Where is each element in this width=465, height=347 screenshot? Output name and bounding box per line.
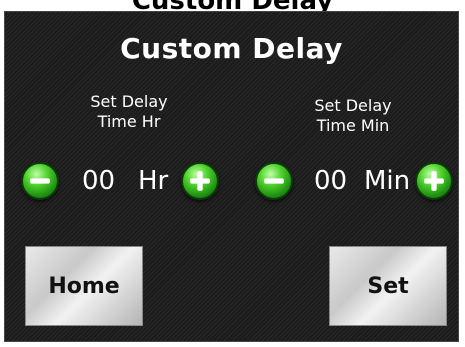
minute-decrement-button[interactable] (255, 162, 293, 200)
minute-value: 00 (314, 166, 348, 196)
minute-label-line2: Time Min (316, 116, 390, 135)
plus-icon (190, 171, 210, 191)
hour-value: 00 (82, 166, 116, 196)
hour-label: Set Delay Time Hr (69, 92, 189, 132)
hour-increment-button[interactable] (181, 162, 219, 200)
home-button[interactable]: Home (25, 246, 143, 326)
custom-delay-panel: Custom Delay Set Delay Time Hr Set Delay… (4, 11, 459, 342)
hour-label-line2: Time Hr (97, 112, 161, 131)
minus-icon (264, 178, 284, 184)
minute-increment-button[interactable] (415, 162, 453, 200)
hour-unit: Hr (138, 166, 169, 196)
page-title: Custom Delay (120, 32, 343, 65)
minute-label-line1: Set Delay (314, 96, 392, 115)
hour-label-line1: Set Delay (90, 92, 168, 111)
plus-icon (424, 171, 444, 191)
minus-icon (30, 178, 50, 184)
set-button[interactable]: Set (329, 246, 447, 326)
minute-unit: Min (364, 166, 411, 196)
hour-decrement-button[interactable] (21, 162, 59, 200)
minute-label: Set Delay Time Min (293, 96, 413, 136)
